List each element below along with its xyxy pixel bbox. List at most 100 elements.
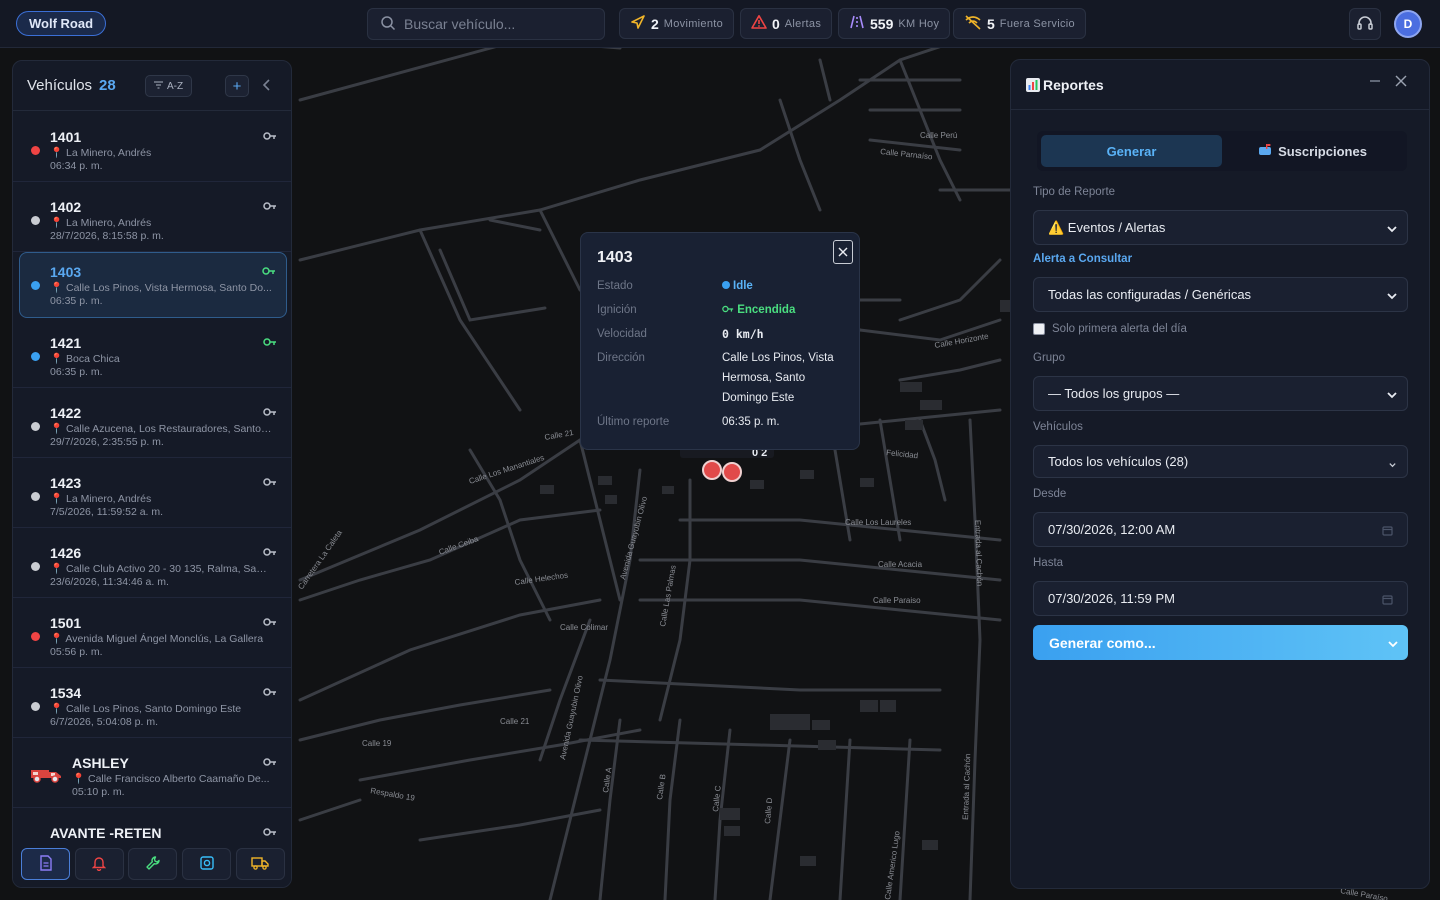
vehicle-time: 23/6/2026, 11:34:46 a. m. — [50, 576, 169, 588]
vehicle-item-1423[interactable]: 1423 📍 La Minero, Andrés 7/5/2026, 11:59… — [13, 458, 291, 528]
avatar[interactable]: D — [1394, 10, 1422, 38]
stat-out-of-service-label: Fuera Servicio — [999, 17, 1075, 30]
search-input[interactable] — [404, 16, 594, 32]
minimize-button[interactable] — [1369, 74, 1381, 92]
stat-km-label: KM Hoy — [898, 17, 940, 30]
reports-button[interactable] — [21, 848, 71, 880]
fleet-button[interactable] — [235, 848, 285, 880]
close-icon — [838, 245, 848, 260]
tab-generar[interactable]: Generar — [1041, 135, 1222, 167]
vehicle-list[interactable]: 1401 📍 La Minero, Andrés 06:34 p. m. 140… — [13, 112, 291, 842]
ignition-key-icon — [722, 304, 734, 316]
status-dot — [31, 352, 40, 361]
vehicle-item-1426[interactable]: 1426 📍 Calle Club Activo 20 - 30 135, Ra… — [13, 528, 291, 598]
stat-out-of-service[interactable]: 5 Fuera Servicio — [953, 8, 1086, 39]
vehicle-item-avante-reten[interactable]: AVANTE -RETEN — [13, 808, 291, 842]
ignition-key-icon — [263, 684, 277, 699]
group-select[interactable]: — Todos los grupos — — [1033, 376, 1408, 411]
add-vehicle-button[interactable]: + — [225, 75, 249, 97]
group-label: Grupo — [1033, 352, 1065, 364]
vehicles-title: Vehículos — [27, 77, 93, 94]
from-date-input[interactable]: 07/30/2026, 12:00 AM — [1033, 512, 1408, 547]
report-type-select[interactable]: ⚠️ Eventos / Alertas — [1033, 210, 1408, 245]
vehicle-address: 📍 La Minero, Andrés — [50, 147, 152, 159]
ignition-key-icon — [263, 754, 277, 769]
vehicles-count: 28 — [99, 77, 116, 94]
vehicle-item-1534[interactable]: 1534 📍 Calle Los Pinos, Santo Domingo Es… — [13, 668, 291, 738]
reports-title: Reportes — [1043, 77, 1104, 93]
stat-alerts[interactable]: 0 Alertas — [740, 8, 833, 39]
popup-status-value: Idle — [722, 276, 852, 296]
vehicle-item-1401[interactable]: 1401 📍 La Minero, Andrés 06:34 p. m. — [13, 112, 291, 182]
vehicle-address: 📍 Calle Los Pinos, Santo Domingo Este — [50, 703, 242, 715]
collapse-panel-button[interactable] — [259, 75, 275, 97]
first-alert-label: Solo primera alerta del día — [1052, 323, 1187, 335]
vehicle-time: 05:56 p. m. — [50, 646, 103, 658]
from-label: Desde — [1033, 488, 1067, 500]
vehicle-name: 1423 — [50, 475, 82, 491]
status-dot — [31, 702, 40, 711]
popup-title: 1403 — [597, 249, 633, 266]
vehicle-item-1402[interactable]: 1402 📍 La Minero, Andrés 28/7/2026, 8:15… — [13, 182, 291, 252]
popup-status-text: Idle — [733, 280, 753, 292]
report-type-label: Tipo de Reporte — [1033, 186, 1116, 198]
vehicle-name: 1401 — [50, 129, 82, 145]
vehicle-address: 📍 Calle Francisco Alberto Caamaño De... — [72, 773, 270, 785]
status-dot — [31, 146, 40, 155]
reports-header: Reportes — [1011, 60, 1429, 110]
vehicle-address: 📍 La Minero, Andrés — [50, 217, 152, 229]
stat-moving-count: 2 — [651, 15, 659, 32]
status-dot — [31, 632, 40, 641]
sort-button[interactable]: A-Z — [145, 75, 193, 97]
vehicle-address: 📍 Boca Chica — [50, 353, 120, 365]
reports-tabs: Generar Suscripciones — [1037, 131, 1407, 171]
first-alert-checkbox-row[interactable]: Solo primera alerta del día — [1033, 323, 1187, 335]
vehicle-name: 1403 — [50, 264, 82, 280]
calendar-icon[interactable] — [1382, 593, 1393, 608]
ignition-key-icon — [263, 334, 277, 349]
warning-triangle-icon — [751, 14, 767, 33]
ignition-key-icon — [263, 614, 277, 629]
chevron-down-icon — [1387, 388, 1397, 403]
from-date-value: 07/30/2026, 12:00 AM — [1048, 522, 1176, 537]
vehicles-select[interactable]: Todos los vehículos (28) — [1033, 445, 1408, 478]
vehicle-item-1422[interactable]: 1422 📍 Calle Azucena, Los Restauradores,… — [13, 388, 291, 458]
vehicle-item-ashley[interactable]: ASHLEY 📍 Calle Francisco Alberto Caamaño… — [13, 738, 291, 808]
alert-select[interactable]: Todas las configuradas / Genéricas — [1033, 277, 1408, 312]
tab-suscripciones[interactable]: Suscripciones — [1222, 135, 1403, 167]
status-dot — [722, 281, 730, 289]
ignition-key-icon — [263, 198, 277, 213]
popup-close-button[interactable] — [833, 240, 853, 264]
first-alert-checkbox[interactable] — [1033, 323, 1045, 335]
calendar-icon[interactable] — [1382, 524, 1393, 539]
vehicle-search[interactable] — [367, 8, 605, 40]
no-signal-icon — [964, 14, 982, 33]
stat-km-count: 559 — [870, 15, 894, 32]
ignition-key-icon — [263, 824, 277, 839]
support-button[interactable] — [1349, 8, 1381, 40]
stat-km-today[interactable]: 559 KM Hoy — [838, 8, 951, 39]
popup-label: Velocidad — [597, 328, 647, 340]
alerts-button[interactable] — [74, 848, 124, 880]
to-label: Hasta — [1033, 557, 1064, 569]
status-dot — [31, 422, 40, 431]
vehicle-address: 📍 Avenida Miguel Ángel Monclús, La Galle… — [50, 633, 264, 645]
headset-icon — [1356, 14, 1374, 35]
to-date-input[interactable]: 07/30/2026, 11:59 PM — [1033, 581, 1408, 616]
vehicle-item-1501[interactable]: 1501 📍 Avenida Miguel Ángel Monclús, La … — [13, 598, 291, 668]
close-reports-button[interactable] — [1395, 75, 1407, 90]
brand-badge[interactable]: Wolf Road — [16, 11, 107, 36]
svg-text:Calle Los Laureles: Calle Los Laureles — [845, 518, 911, 527]
camera-button[interactable] — [182, 848, 232, 880]
svg-text:Calle Perú: Calle Perú — [920, 131, 957, 140]
vehicle-item-1421[interactable]: 1421 📍 Boca Chica 06:35 p. m. — [13, 318, 291, 388]
vehicle-item-1403[interactable]: 1403 📍 Calle Los Pinos, Vista Hermosa, S… — [19, 252, 287, 318]
stat-moving[interactable]: 2 Movimiento — [619, 8, 735, 39]
generate-as-button[interactable]: Generar como... — [1033, 625, 1408, 660]
mailbox-icon — [1258, 143, 1272, 159]
to-date-value: 07/30/2026, 11:59 PM — [1048, 591, 1175, 606]
document-icon — [39, 854, 53, 874]
maintenance-button[interactable] — [128, 848, 178, 880]
vehicle-info-popup: 1403 Estado Idle Ignición Encendida Velo… — [580, 232, 860, 450]
vehicle-name: 1422 — [50, 405, 82, 421]
